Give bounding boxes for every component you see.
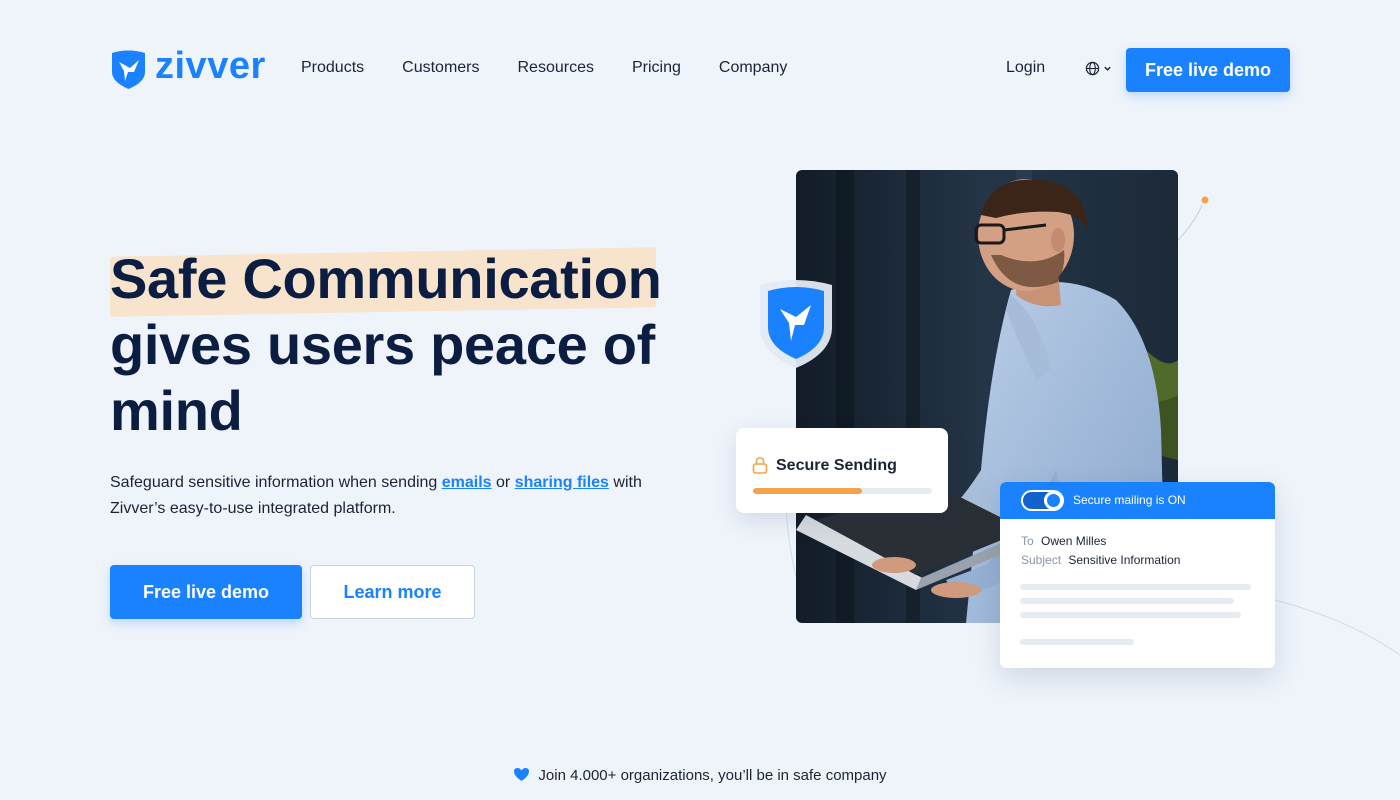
placeholder-line — [1020, 639, 1134, 645]
language-selector[interactable] — [1085, 61, 1112, 76]
headline-line-2: gives users peace of — [110, 313, 655, 376]
secure-sending-card: Secure Sending — [736, 428, 948, 513]
chevron-down-icon — [1104, 66, 1111, 71]
nav-products[interactable]: Products — [301, 58, 364, 78]
sharing-files-link[interactable]: sharing files — [515, 474, 609, 491]
globe-icon — [1085, 61, 1100, 76]
hero-demo-button[interactable]: Free live demo — [110, 565, 302, 619]
nav-customers[interactable]: Customers — [402, 58, 479, 78]
placeholder-line — [1020, 584, 1251, 590]
zivver-logo[interactable]: zivver — [110, 45, 266, 90]
placeholder-line — [1020, 598, 1234, 604]
placeholder-line — [1020, 612, 1241, 618]
emails-link[interactable]: emails — [442, 474, 492, 491]
main-nav: Products Customers Resources Pricing Com… — [301, 58, 787, 78]
hero-subtext: Safeguard sensitive information when sen… — [110, 470, 670, 522]
subtext-part-1: Safeguard sensitive information when sen… — [110, 474, 442, 491]
to-value: Owen Milles — [1041, 534, 1107, 548]
join-text: Join 4.000+ organizations, you’ll be in … — [538, 767, 887, 784]
mail-card-header: Secure mailing is ON — [1000, 482, 1275, 519]
headline-line-3: mind — [110, 379, 243, 442]
subject-value: Sensitive Information — [1068, 553, 1181, 567]
to-label: To — [1021, 534, 1034, 548]
nav-pricing[interactable]: Pricing — [632, 58, 681, 78]
toggle-knob — [1044, 491, 1063, 510]
lock-icon — [752, 457, 768, 474]
social-proof: Join 4.000+ organizations, you’ll be in … — [0, 766, 1400, 786]
site-header: zivver Products Customers Resources Pric… — [0, 0, 1400, 140]
headline-line-1: Safe Communication — [110, 247, 662, 310]
mail-to-row: To Owen Milles — [1021, 534, 1106, 549]
secure-sending-progress — [753, 488, 932, 494]
logo-wordmark: zivver — [155, 45, 266, 87]
progress-fill — [753, 488, 863, 494]
shield-badge-icon — [760, 280, 832, 368]
header-demo-button[interactable]: Free live demo — [1126, 48, 1290, 92]
nav-company[interactable]: Company — [719, 58, 787, 78]
heart-icon — [514, 768, 530, 781]
login-link[interactable]: Login — [1006, 58, 1045, 78]
learn-more-button[interactable]: Learn more — [310, 565, 475, 619]
subtext-part-2: or — [491, 474, 515, 491]
secure-mailing-status: Secure mailing is ON — [1073, 493, 1186, 507]
secure-sending-title: Secure Sending — [776, 457, 897, 474]
secure-mailing-card: Secure mailing is ON To Owen Milles Subj… — [1000, 482, 1275, 668]
mail-subject-row: Subject Sensitive Information — [1021, 553, 1180, 568]
hero-headline: Safe Communication gives users peace of … — [110, 246, 690, 444]
subject-label: Subject — [1021, 553, 1062, 567]
logo-shield-icon — [112, 50, 145, 89]
nav-resources[interactable]: Resources — [518, 58, 594, 78]
